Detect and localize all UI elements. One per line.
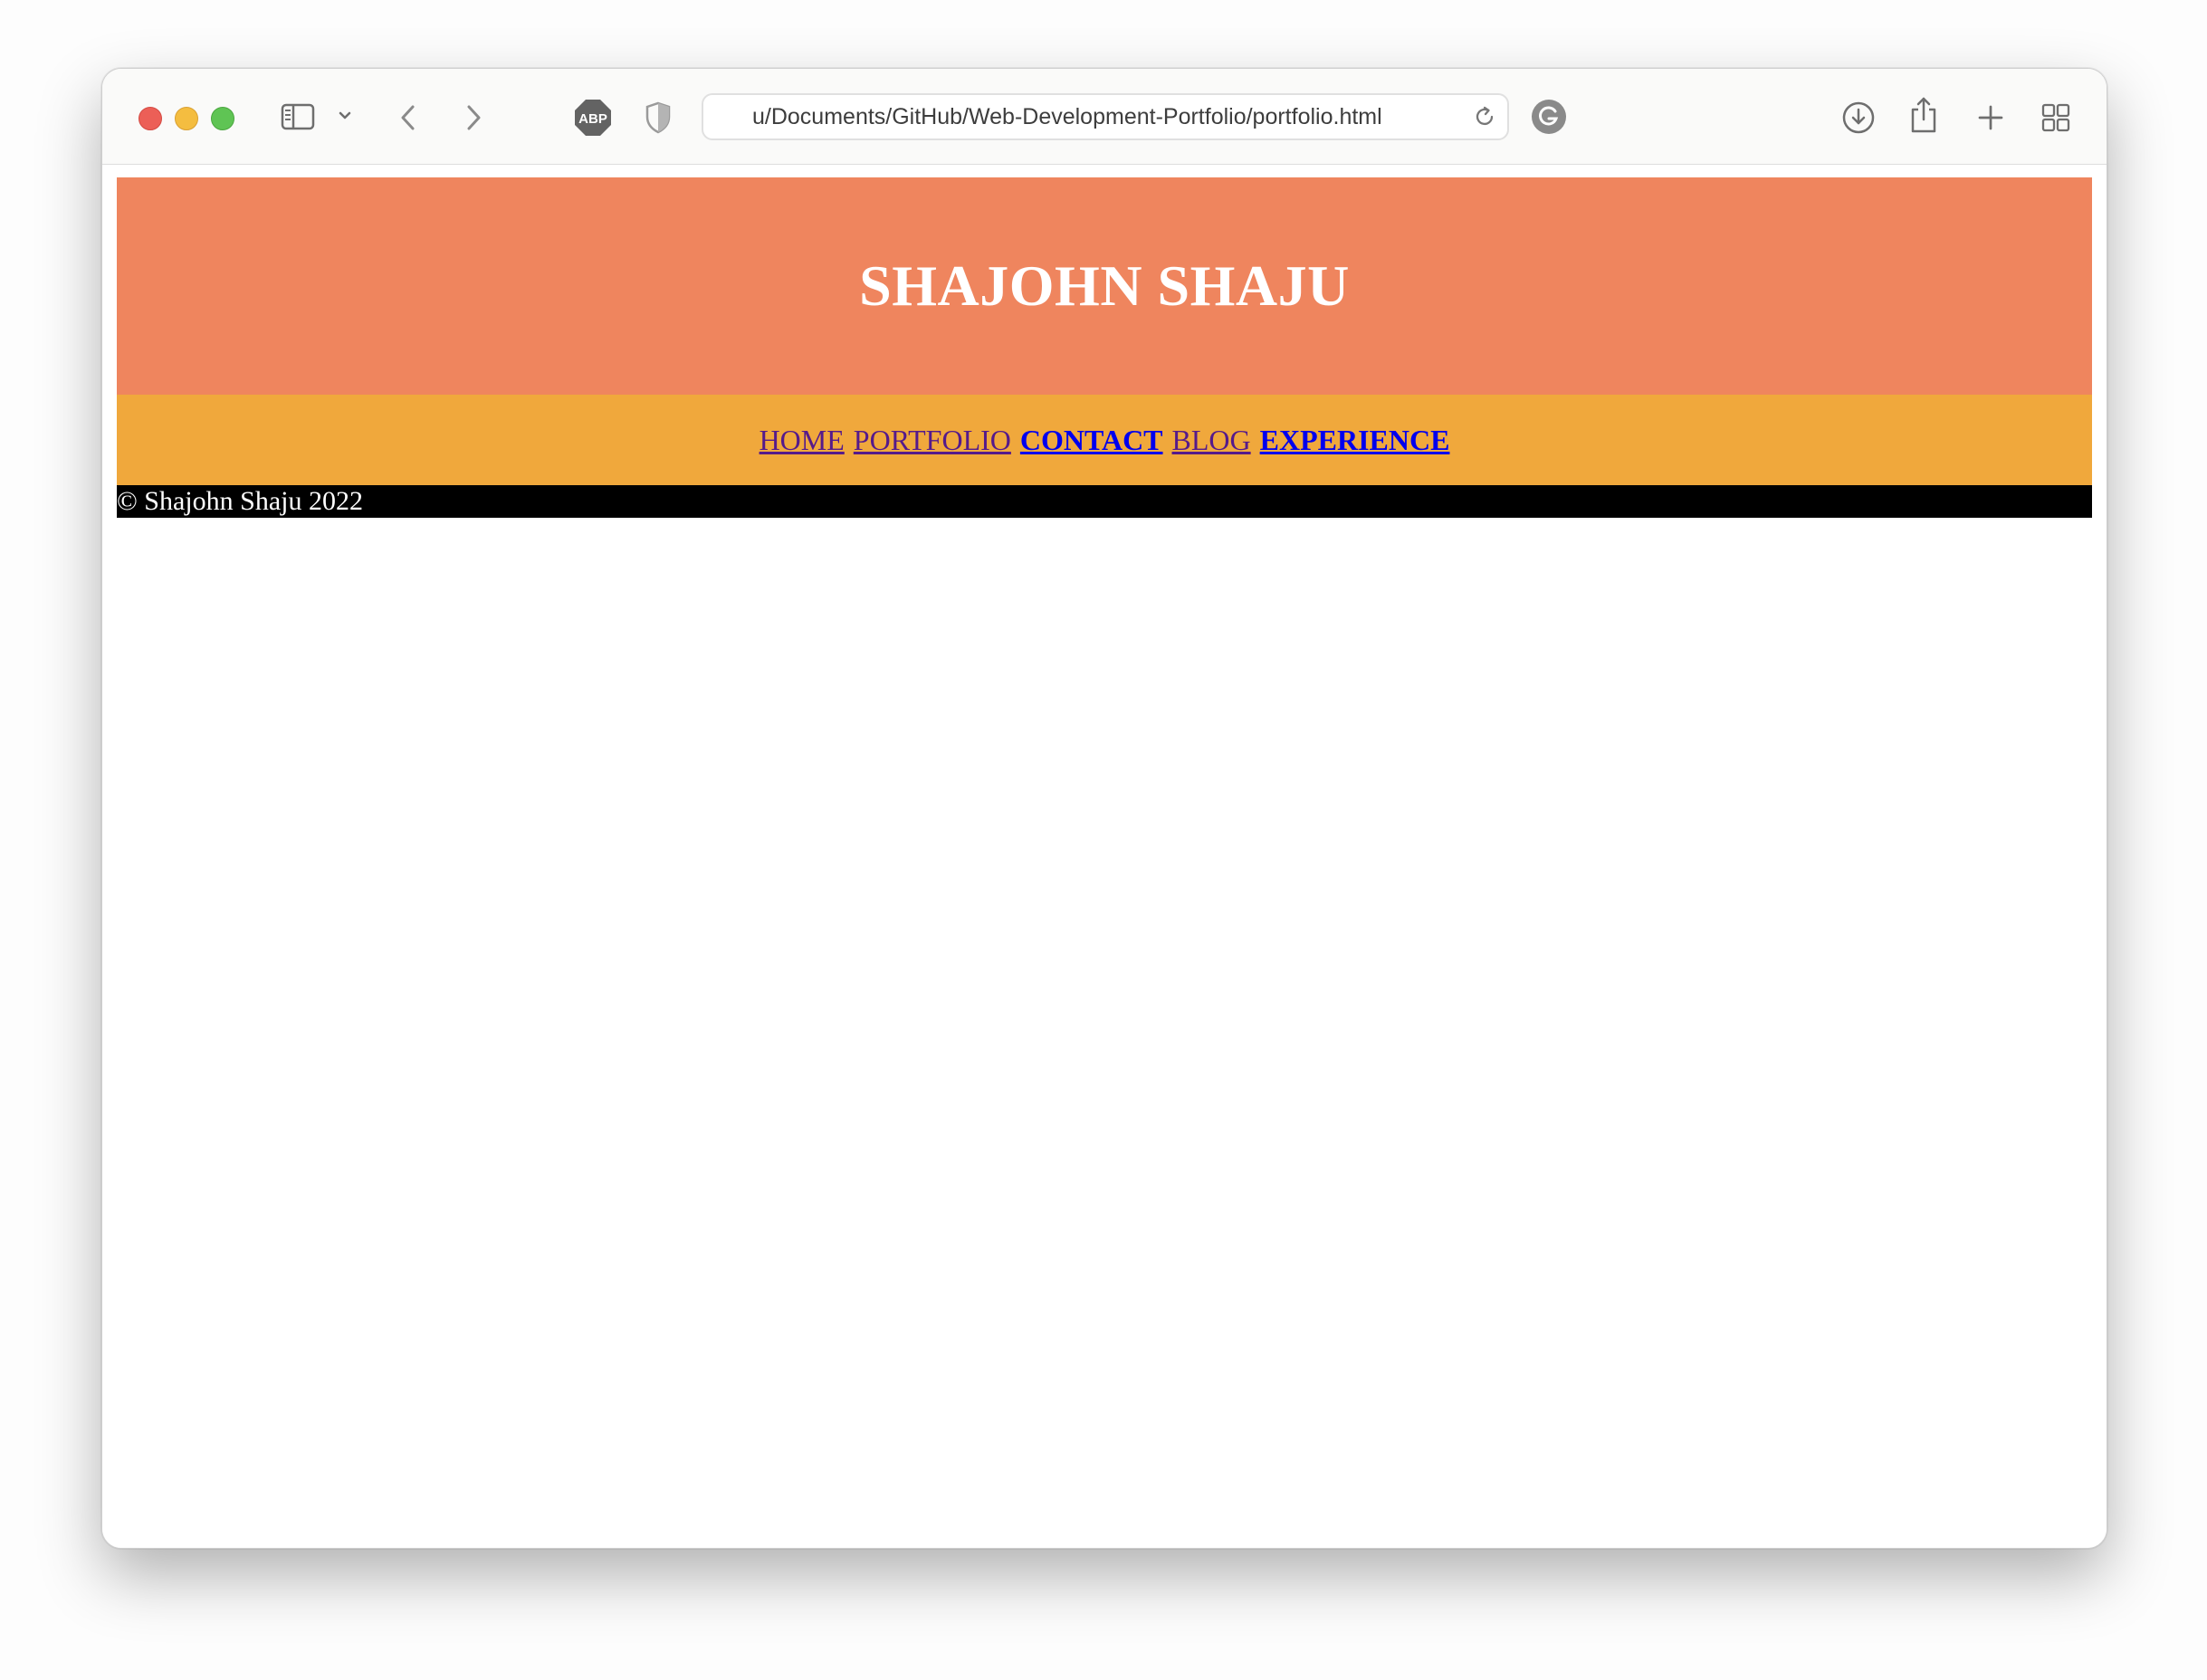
site-nav: HOME PORTFOLIO CONTACT BLOG EXPERIENCE [117,395,2092,485]
web-content: SHAJOHN SHAJU HOME PORTFOLIO CONTACT BLO… [102,165,2107,1548]
sidebar-icon[interactable] [280,100,316,133]
nav-link-contact[interactable]: CONTACT [1020,424,1163,457]
privacy-shield-icon[interactable] [642,100,674,136]
portfolio-page: SHAJOHN SHAJU HOME PORTFOLIO CONTACT BLO… [117,177,2092,518]
desktop: ABP u/Documents/GitHub/Web-Development-P… [0,0,2207,1680]
share-icon[interactable] [1906,94,1942,136]
back-icon[interactable] [392,100,425,136]
grammarly-icon[interactable] [1531,99,1567,135]
adblock-icon[interactable]: ABP [573,98,613,138]
site-header: SHAJOHN SHAJU [117,177,2092,395]
reload-icon[interactable] [1471,102,1498,131]
browser-window: ABP u/Documents/GitHub/Web-Development-P… [101,68,2107,1549]
new-tab-icon[interactable] [1973,100,2009,136]
site-footer: © Shajohn Shaju 2022 [117,485,2092,518]
address-bar[interactable]: u/Documents/GitHub/Web-Development-Portf… [702,93,1509,140]
url-text[interactable]: u/Documents/GitHub/Web-Development-Portf… [752,95,1382,138]
close-window-button[interactable] [139,107,162,130]
adblock-label: ABP [578,111,607,127]
site-title: SHAJOHN SHAJU [859,253,1350,318]
nav-link-blog[interactable]: BLOG [1172,424,1251,457]
nav-link-home[interactable]: HOME [760,424,845,457]
nav-link-portfolio[interactable]: PORTFOLIO [854,424,1011,457]
forward-icon[interactable] [457,100,490,136]
browser-toolbar: ABP u/Documents/GitHub/Web-Development-P… [102,69,2107,165]
zoom-window-button[interactable] [211,107,234,130]
tab-overview-icon[interactable] [2038,100,2074,136]
minimize-window-button[interactable] [175,107,198,130]
download-icon[interactable] [1840,100,1877,136]
chevron-down-icon[interactable] [336,105,354,127]
nav-link-experience[interactable]: EXPERIENCE [1260,424,1450,457]
